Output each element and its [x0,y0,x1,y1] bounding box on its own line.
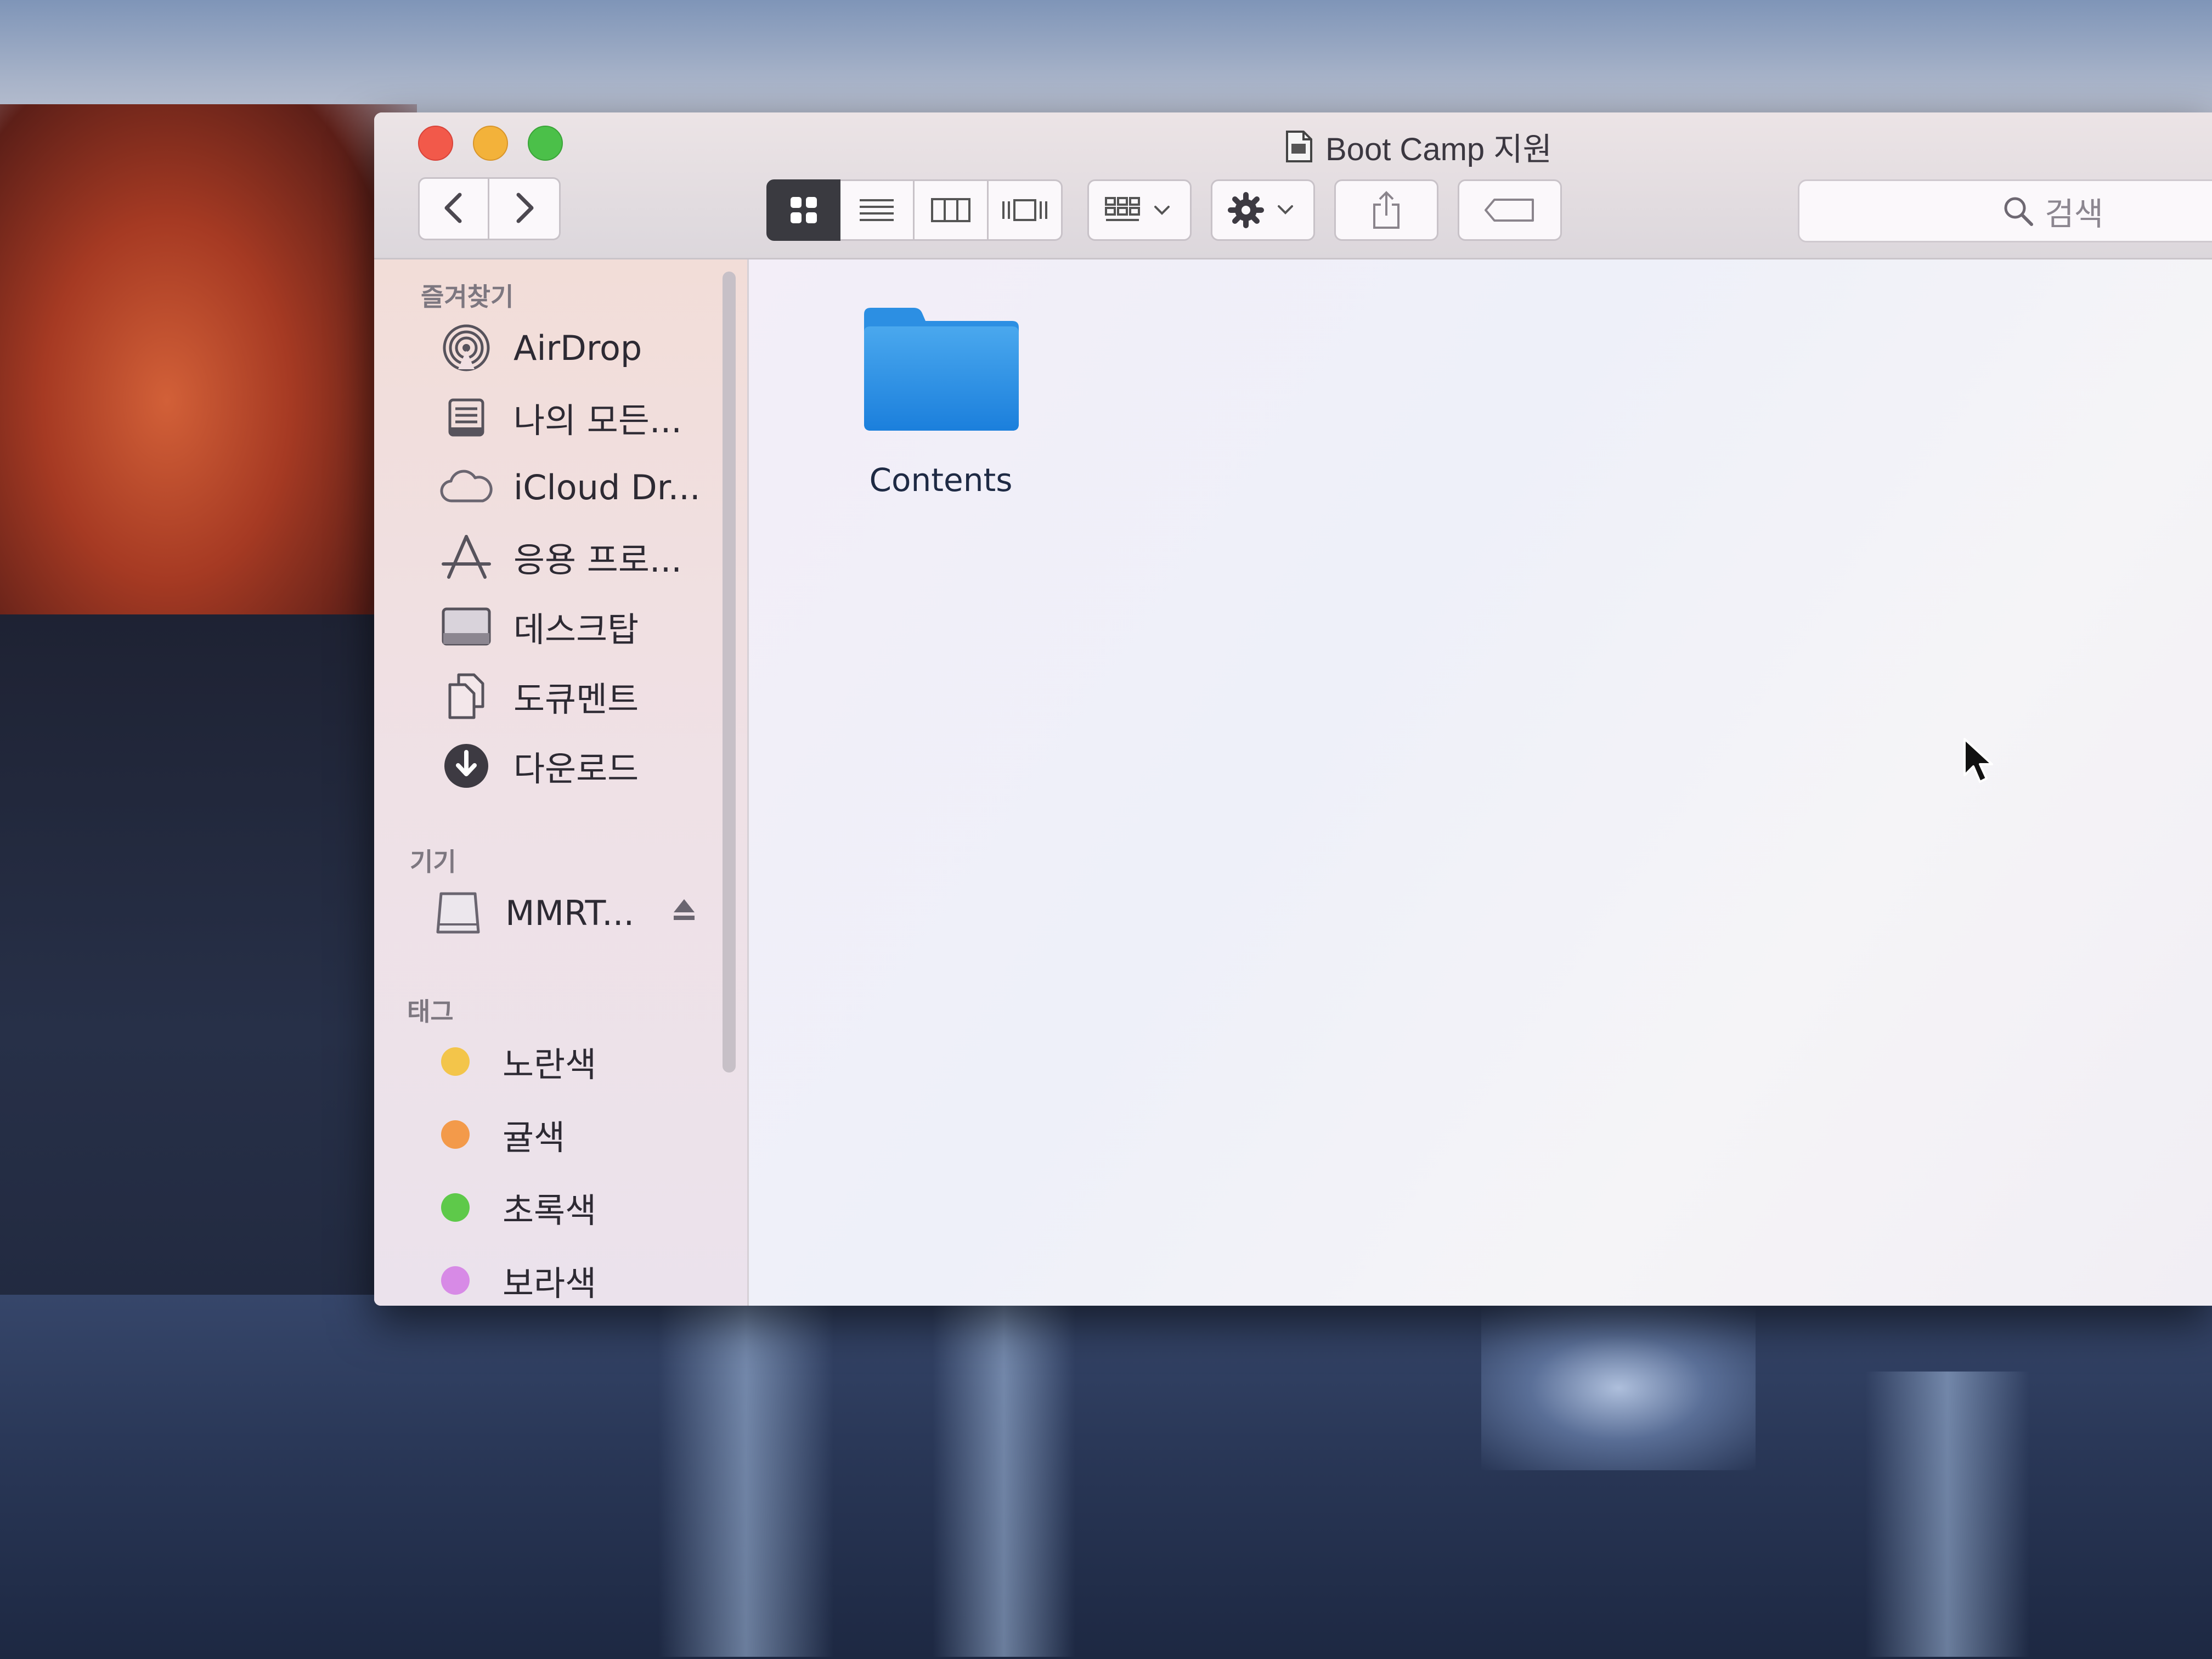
share-icon [1373,191,1400,229]
mouse-pointer-icon [1961,737,1994,786]
close-button[interactable] [418,126,453,161]
toolbar: Boot Camp 지원 검색 [374,112,2212,259]
file-browser-content: Contents [749,259,2212,1306]
sidebar-item-tag-purple[interactable]: 보라색 [429,1250,596,1306]
share-button[interactable] [1334,179,1438,241]
all-my-files-icon [440,391,493,444]
sidebar-item-documents[interactable]: 도큐멘트 [440,666,639,726]
desktop-icon [440,600,493,653]
minimize-button[interactable] [473,126,508,161]
tag-color-dot [441,1047,470,1076]
tag-button[interactable] [1458,179,1562,241]
sidebar: 즐겨찾기 AirDrop 나의 모든... iCloud Dr... 응용 프로… [374,259,749,1306]
sidebar-item-airdrop[interactable]: AirDrop [440,318,642,378]
sidebar-item-downloads[interactable]: 다운로드 [440,736,639,796]
sidebar-item-label: MMRT... [505,893,635,933]
sidebar-item-label: iCloud Dr... [514,467,701,507]
window-title: Boot Camp 지원 [1285,125,1552,168]
sidebar-item-device-mmrt[interactable]: MMRT... [432,883,634,943]
sidebar-item-label: 응용 프로... [514,540,682,580]
sidebar-item-tag-orange[interactable]: 귤색 [429,1104,565,1165]
search-placeholder: 검색 [2045,195,2103,233]
folder-name[interactable]: Contents [837,461,1045,499]
chevron-left-icon [440,191,467,227]
sidebar-item-label: 나의 모든... [514,400,682,441]
sidebar-item-label: 데스크탑 [514,610,639,650]
folder-icon[interactable] [859,303,1023,435]
search-field[interactable]: 검색 [1798,179,2212,242]
airdrop-icon [440,321,493,374]
wallpaper-rock-highlight [1481,1306,1756,1470]
sidebar-item-label: 초록색 [503,1190,597,1231]
sidebar-item-label: 노란색 [503,1045,597,1085]
tag-color-dot [441,1266,470,1295]
sidebar-item-icloud-drive[interactable]: iCloud Dr... [440,457,701,517]
list-view-button[interactable] [840,179,915,241]
search-icon [2004,197,2034,226]
tags-header: 태그 [407,997,454,1026]
sidebar-item-desktop[interactable]: 데스크탑 [440,596,639,657]
list-view-icon [860,199,894,221]
chevron-right-icon [511,191,538,227]
wallpaper-rock-streak [658,1306,834,1657]
finder-window: Boot Camp 지원 검색 즐겨찾기 AirDrop 나의 모든... iC… [374,112,2212,1306]
sidebar-item-applications[interactable]: 응용 프로... [440,527,682,587]
documents-icon [440,670,493,723]
icon-view-button[interactable] [766,179,840,241]
favorites-header: 즐겨찾기 [421,282,514,312]
sidebar-item-label: 보라색 [503,1263,597,1304]
wallpaper-rock-streak [933,1306,1075,1657]
applications-icon [440,531,493,583]
sidebar-item-tag-green[interactable]: 초록색 [429,1177,596,1238]
gear-icon [1228,192,1293,228]
icon-view-icon [790,197,817,223]
eject-icon[interactable] [670,896,698,923]
window-title-text: Boot Camp 지원 [1325,132,1552,167]
arrange-grid-icon [1105,197,1170,221]
sidebar-item-label: AirDrop [514,328,642,368]
sidebar-item-label: 귤색 [503,1118,566,1158]
sidebar-item-label: 다운로드 [514,749,639,789]
column-view-button[interactable] [915,179,989,241]
sidebar-item-all-my-files[interactable]: 나의 모든... [440,387,682,448]
column-view-icon [931,198,970,222]
tag-color-dot [441,1193,470,1222]
forward-button[interactable] [489,177,561,240]
back-button[interactable] [418,177,489,240]
downloads-icon [440,740,493,792]
drive-icon [432,887,484,939]
document-icon [1285,129,1313,163]
sidebar-item-tag-yellow[interactable]: 노란색 [429,1031,596,1092]
arrange-button[interactable] [1087,179,1192,241]
sidebar-scrollbar[interactable] [723,272,736,1073]
action-button[interactable] [1211,179,1315,241]
tag-color-dot [441,1120,470,1149]
tag-icon [1485,199,1534,222]
devices-header: 기기 [410,847,456,877]
cover-flow-icon [1002,199,1047,221]
cover-flow-button[interactable] [989,179,1063,241]
sidebar-item-label: 도큐멘트 [514,679,639,719]
zoom-button[interactable] [528,126,563,161]
wallpaper-rock-streak [1865,1372,2030,1657]
cloud-icon [440,461,493,514]
view-mode-control [766,179,1063,241]
